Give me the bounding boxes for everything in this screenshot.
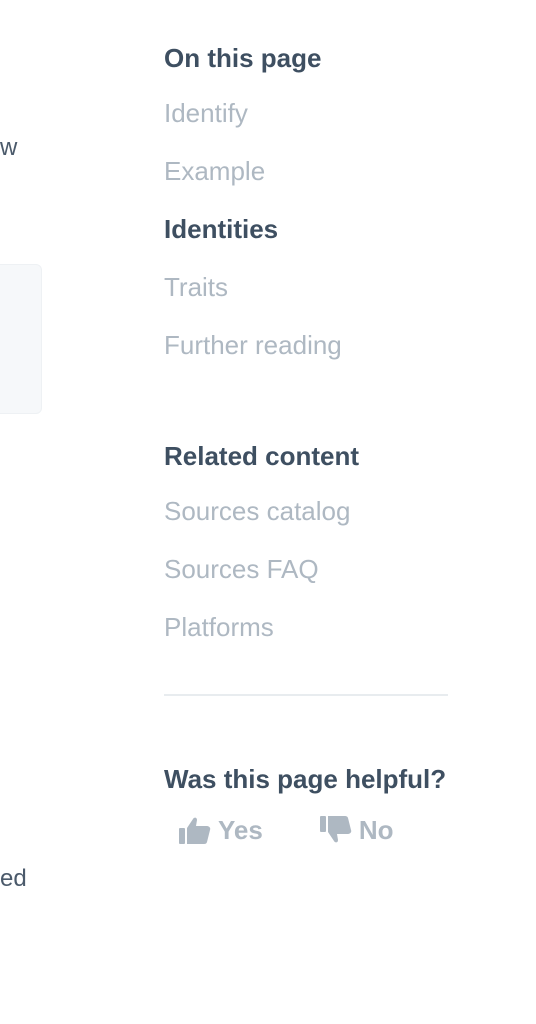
- toc-item-traits[interactable]: Traits: [164, 258, 448, 316]
- sidebar-divider: [164, 694, 448, 696]
- feedback-no-button[interactable]: No: [319, 810, 394, 850]
- toc-item-example[interactable]: Example: [164, 142, 448, 200]
- on-this-page-list: Identify Example Identities Traits Furth…: [164, 84, 448, 374]
- related-content-title: Related content: [164, 441, 360, 471]
- related-link-sources-faq[interactable]: Sources FAQ: [164, 540, 448, 598]
- related-content-list: Sources catalog Sources FAQ Platforms: [164, 482, 448, 656]
- main-content-text-fragment: w: [0, 134, 18, 161]
- feedback-buttons: Yes No: [164, 810, 448, 850]
- code-block-fragment: [0, 264, 42, 414]
- on-this-page-title: On this page: [164, 43, 322, 73]
- page: w ed On this page Identify Example Ident…: [0, 0, 536, 1024]
- feedback-section: Was this page helpful? Yes No: [164, 758, 448, 850]
- feedback-yes-button[interactable]: Yes: [178, 810, 263, 850]
- toc-item-identify[interactable]: Identify: [164, 84, 448, 142]
- related-content-nav: Related content Sources catalog Sources …: [164, 436, 448, 656]
- right-sidebar: On this page Identify Example Identities…: [164, 38, 448, 850]
- related-link-sources-catalog[interactable]: Sources catalog: [164, 482, 448, 540]
- feedback-yes-label: Yes: [218, 814, 263, 845]
- on-this-page-nav: On this page Identify Example Identities…: [164, 38, 448, 374]
- toc-item-further-reading[interactable]: Further reading: [164, 316, 448, 374]
- toc-item-identities[interactable]: Identities: [164, 200, 448, 258]
- related-link-platforms[interactable]: Platforms: [164, 598, 448, 656]
- feedback-title: Was this page helpful?: [164, 764, 447, 794]
- thumbs-down-icon: [319, 814, 353, 846]
- main-content-text-fragment: ed: [0, 865, 27, 892]
- feedback-no-label: No: [358, 814, 394, 845]
- thumbs-up-icon: [178, 814, 212, 846]
